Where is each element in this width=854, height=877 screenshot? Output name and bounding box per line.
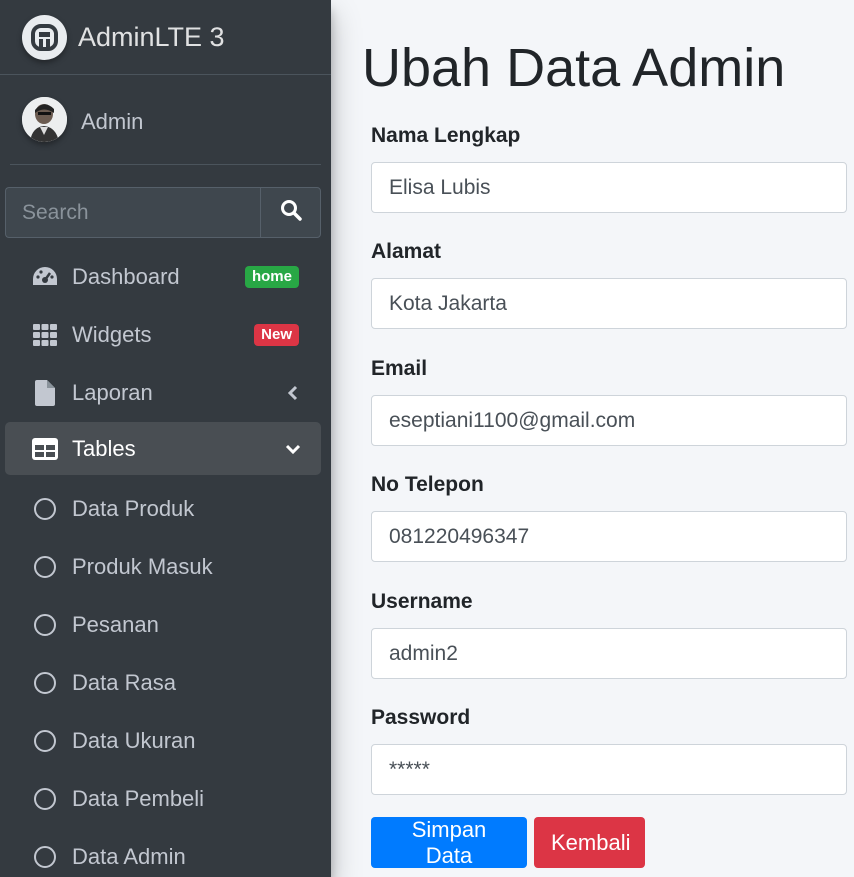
- main-content: Ubah Data Admin Nama Lengkap Alamat Emai…: [331, 0, 854, 877]
- alamat-label: Alamat: [371, 240, 442, 263]
- alamat-field[interactable]: [371, 278, 847, 329]
- email-label: Email: [371, 357, 428, 380]
- form-group-password: Password: [371, 704, 847, 795]
- form-group-email: Email: [371, 355, 847, 446]
- circle-icon: [31, 785, 59, 813]
- file-icon: [31, 379, 59, 407]
- save-button[interactable]: Simpan Data: [371, 817, 527, 868]
- sidebar-item-widgets[interactable]: Widgets New: [5, 306, 321, 364]
- avatar-icon[interactable]: [22, 97, 67, 142]
- circle-icon: [31, 553, 59, 581]
- circle-icon: [31, 669, 59, 697]
- th-icon: [31, 321, 59, 349]
- sidebar-item-label: Produk Masuk: [72, 554, 213, 579]
- sidebar-item-label: Data Rasa: [72, 670, 176, 695]
- sidebar-menu: Dashboard home Widgets New Laporan Table…: [5, 248, 321, 877]
- sidebar-item-label: Data Pembeli: [72, 786, 205, 811]
- sidebar-item-label: Pesanan: [72, 612, 159, 637]
- chevron-left-icon: [285, 385, 301, 401]
- circle-icon: [31, 727, 59, 755]
- sidebar: AdminLTE 3 Admin Search Dashboard home W…: [0, 0, 331, 877]
- sidebar-search: [5, 187, 321, 238]
- sidebar-item-label: Data Admin: [72, 844, 186, 869]
- brand-link[interactable]: AdminLTE 3: [0, 0, 331, 75]
- sidebar-item-label: Dashboard: [72, 264, 180, 289]
- sidebar-item-data-ukuran[interactable]: Data Ukuran: [5, 712, 321, 770]
- sidebar-item-tables[interactable]: Tables: [5, 422, 321, 475]
- password-label: Password: [371, 706, 471, 729]
- back-button[interactable]: Kembali: [534, 817, 645, 868]
- sidebar-item-pesanan[interactable]: Pesanan: [5, 596, 321, 654]
- email-field[interactable]: [371, 395, 847, 446]
- user-panel: Admin: [10, 75, 321, 165]
- form-group-alamat: Alamat: [371, 238, 847, 329]
- telepon-field[interactable]: [371, 511, 847, 562]
- form-group-nama: Nama Lengkap: [371, 122, 847, 213]
- search-icon: [280, 199, 302, 226]
- form-group-username: Username: [371, 588, 847, 679]
- sidebar-item-dashboard[interactable]: Dashboard home: [5, 248, 321, 306]
- sidebar-item-produk-masuk[interactable]: Produk Masuk: [5, 538, 321, 596]
- home-badge: home: [244, 266, 299, 288]
- search-button[interactable]: [260, 187, 321, 238]
- password-field[interactable]: [371, 744, 847, 795]
- brand-text: AdminLTE 3: [78, 22, 225, 52]
- sidebar-item-data-admin[interactable]: Data Admin: [5, 828, 321, 877]
- search-input[interactable]: [5, 187, 260, 238]
- page-title: Ubah Data Admin: [362, 38, 786, 98]
- username-label: Username: [371, 590, 473, 613]
- sidebar-item-label: Data Ukuran: [72, 728, 196, 753]
- nama-label: Nama Lengkap: [371, 124, 521, 147]
- sidebar-item-label: Widgets: [72, 322, 152, 347]
- tachometer-icon: [31, 263, 59, 291]
- circle-icon: [31, 611, 59, 639]
- sidebar-item-laporan[interactable]: Laporan: [5, 364, 321, 422]
- form-actions: Simpan Data Kembali: [371, 817, 645, 868]
- sidebar-item-label: Tables: [72, 435, 136, 461]
- user-name[interactable]: Admin: [81, 109, 143, 135]
- sidebar-item-data-produk[interactable]: Data Produk: [5, 480, 321, 538]
- chevron-down-icon: [285, 441, 301, 457]
- sidebar-item-label: Data Produk: [72, 496, 195, 521]
- sidebar-item-data-pembeli[interactable]: Data Pembeli: [5, 770, 321, 828]
- telepon-label: No Telepon: [371, 473, 484, 496]
- form-group-telepon: No Telepon: [371, 471, 847, 562]
- sidebar-item-label: Laporan: [72, 380, 153, 405]
- adminlte-logo-icon: [22, 15, 67, 60]
- circle-icon: [31, 495, 59, 523]
- table-icon: [31, 435, 59, 463]
- username-field[interactable]: [371, 628, 847, 679]
- new-badge: New: [254, 324, 299, 346]
- circle-icon: [31, 843, 59, 871]
- sidebar-item-data-rasa[interactable]: Data Rasa: [5, 654, 321, 712]
- nama-field[interactable]: [371, 162, 847, 213]
